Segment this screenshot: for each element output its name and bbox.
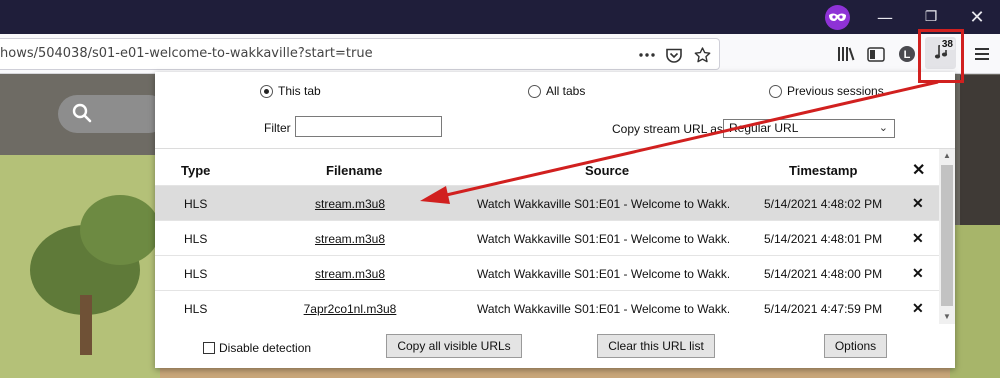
table-row[interactable]: HLS stream.m3u8 Watch Wakkaville S01:E01…	[155, 255, 939, 290]
private-mask-icon	[825, 5, 850, 30]
svg-text:L: L	[904, 49, 911, 61]
url-text[interactable]: hows/504038/s01-e01-welcome-to-wakkavill…	[0, 46, 373, 61]
popup-footer: Disable detection Copy all visible URLs …	[155, 324, 955, 368]
minimize-button[interactable]: —	[862, 0, 908, 34]
radio-indicator[interactable]	[769, 84, 782, 98]
table-row[interactable]: HLS stream.m3u8 Watch Wakkaville S01:E01…	[155, 220, 939, 255]
filter-input[interactable]	[295, 116, 442, 137]
radio-this-tab[interactable]: This tab	[260, 84, 321, 98]
radio-label: This tab	[278, 84, 321, 98]
chevron-down-icon: ⌄	[878, 122, 888, 134]
stream-url-table: Type Filename Source Timestamp ✕ HLS str…	[155, 148, 955, 325]
copy-url-as-select[interactable]: Regular URL ⌄	[723, 119, 895, 138]
table-row[interactable]: HLS stream.m3u8 Watch Wakkaville S01:E01…	[155, 185, 939, 220]
column-header-source[interactable]: Source	[585, 163, 629, 178]
extension-badge: 38	[939, 39, 955, 50]
cell-timestamp: 5/14/2021 4:47:59 PM	[764, 302, 883, 316]
options-button[interactable]: Options	[824, 334, 887, 358]
cell-source: Watch Wakkaville S01:E01 - Welcome to Wa…	[477, 197, 729, 211]
cell-type: HLS	[184, 302, 208, 316]
more-dots-icon[interactable]	[635, 43, 659, 67]
radio-all-tabs[interactable]: All tabs	[528, 84, 585, 98]
clear-url-list-button[interactable]: Clear this URL list	[597, 334, 715, 358]
cell-type: HLS	[184, 197, 208, 211]
cell-timestamp: 5/14/2021 4:48:02 PM	[764, 197, 883, 211]
cell-timestamp: 5/14/2021 4:48:00 PM	[764, 267, 883, 281]
column-header-timestamp[interactable]: Timestamp	[789, 163, 857, 178]
cell-filename-link[interactable]: stream.m3u8	[270, 232, 430, 246]
column-header-filename[interactable]: Filename	[326, 163, 382, 178]
browser-toolbar: hows/504038/s01-e01-welcome-to-wakkavill…	[0, 34, 1000, 74]
radio-indicator[interactable]	[260, 84, 273, 98]
table-row[interactable]: HLS 7apr2co1nl.m3u8 Watch Wakkaville S01…	[155, 290, 939, 325]
remove-row-icon[interactable]: ✕	[912, 230, 924, 247]
filter-label: Filter	[264, 121, 291, 135]
close-window-button[interactable]: ✕	[954, 0, 1000, 34]
cell-filename-link[interactable]: 7apr2co1nl.m3u8	[270, 302, 430, 316]
remove-row-icon[interactable]: ✕	[912, 265, 924, 282]
restore-button[interactable]: ❐	[908, 0, 954, 34]
cell-filename-link[interactable]: stream.m3u8	[270, 197, 430, 211]
stream-detector-extension-button[interactable]: 38	[925, 37, 956, 69]
minimize-icon: —	[877, 7, 893, 27]
scroll-down-arrow-icon[interactable]: ▼	[939, 310, 955, 324]
disable-detection-checkbox[interactable]: Disable detection	[203, 341, 311, 355]
cell-source: Watch Wakkaville S01:E01 - Welcome to Wa…	[477, 232, 729, 246]
checkbox-box[interactable]	[203, 342, 215, 354]
sidebar-icon[interactable]	[862, 40, 890, 68]
hamburger-menu-icon[interactable]	[968, 40, 996, 68]
cell-timestamp: 5/14/2021 4:48:01 PM	[764, 232, 883, 246]
cell-source: Watch Wakkaville S01:E01 - Welcome to Wa…	[477, 267, 729, 281]
radio-previous-sessions[interactable]: Previous sessions	[769, 84, 884, 98]
close-icon: ✕	[969, 6, 985, 28]
cell-type: HLS	[184, 232, 208, 246]
copy-url-as-label: Copy stream URL as	[612, 122, 723, 136]
cell-type: HLS	[184, 267, 208, 281]
radio-label: All tabs	[546, 84, 586, 98]
cell-source: Watch Wakkaville S01:E01 - Welcome to Wa…	[477, 302, 729, 316]
cell-filename-link[interactable]: stream.m3u8	[270, 267, 430, 281]
column-header-type[interactable]: Type	[181, 163, 210, 178]
search-icon	[72, 103, 92, 126]
scroll-up-arrow-icon[interactable]: ▲	[939, 149, 955, 163]
disable-detection-label: Disable detection	[219, 341, 312, 355]
pocket-icon[interactable]	[662, 43, 686, 67]
remove-row-icon[interactable]: ✕	[912, 300, 924, 317]
radio-label: Previous sessions	[787, 84, 884, 98]
stream-detector-popup: This tab All tabs Previous sessions Filt…	[155, 72, 955, 368]
url-bar[interactable]: hows/504038/s01-e01-welcome-to-wakkavill…	[0, 38, 720, 70]
scrollbar-thumb[interactable]	[941, 165, 953, 306]
remove-all-icon[interactable]: ✕	[912, 160, 925, 180]
copy-url-as-value: Regular URL	[729, 121, 799, 135]
table-scrollbar[interactable]: ▲ ▼	[939, 149, 955, 324]
browser-titlebar: — ❐ ✕	[0, 0, 1000, 34]
account-l-icon[interactable]: L	[893, 40, 921, 68]
page-search-button[interactable]	[58, 95, 168, 133]
copy-all-visible-urls-button[interactable]: Copy all visible URLs	[386, 334, 522, 358]
restore-icon: ❐	[924, 9, 938, 25]
star-icon[interactable]	[690, 43, 714, 67]
library-icon[interactable]	[832, 40, 860, 68]
radio-indicator[interactable]	[528, 84, 541, 98]
remove-row-icon[interactable]: ✕	[912, 195, 924, 212]
